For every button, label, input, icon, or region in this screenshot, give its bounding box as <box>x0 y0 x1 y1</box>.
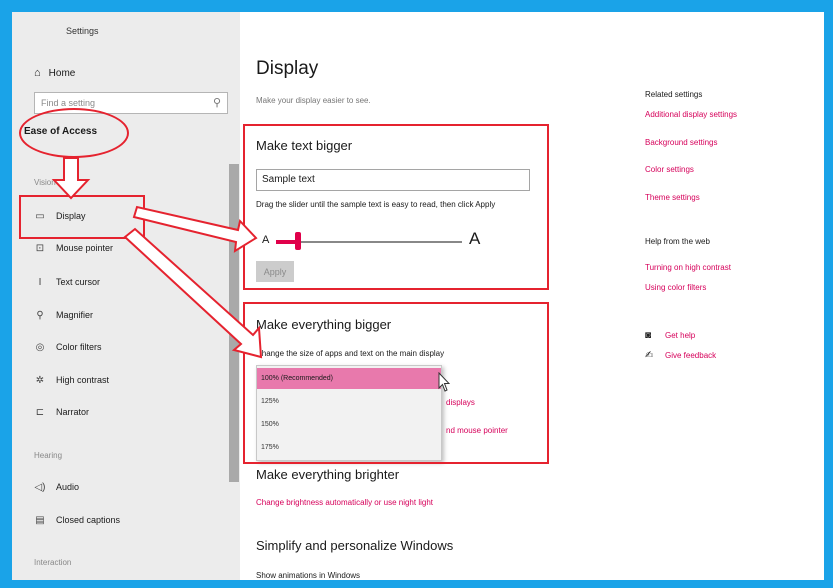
sidebar-item-color-filters[interactable]: ◎ Color filters <box>34 339 102 355</box>
sidebar-item-audio[interactable]: ◁) Audio <box>34 479 79 495</box>
slider-max-label: A <box>469 229 481 248</box>
sidebar-item-label: Closed captions <box>56 515 121 525</box>
section-heading: Ease of Access <box>24 126 98 137</box>
mouse-pointer-icon: ⊡ <box>35 242 45 254</box>
sidebar-item-mouse-pointer[interactable]: ⊡ Mouse pointer <box>34 240 113 256</box>
sample-text: Sample text <box>262 174 315 185</box>
page-title: Display <box>256 58 319 79</box>
page-description: Make your display easier to see. <box>256 96 371 105</box>
sidebar-item-label: Display <box>56 211 86 221</box>
text-cursor-icon: I <box>38 276 42 288</box>
simplify-heading: Simplify and personalize Windows <box>256 538 454 553</box>
color-filters-help-link[interactable]: Using color filters <box>645 283 706 292</box>
home-icon: ⌂ <box>34 67 41 79</box>
sidebar-item-label: Color filters <box>56 342 102 352</box>
show-animations-label: Show animations in Windows <box>256 571 361 580</box>
sidebar-item-closed-captions[interactable]: ▤ Closed captions <box>34 512 120 528</box>
high-contrast-help-link[interactable]: Turning on high contrast <box>645 263 731 272</box>
help-heading: Help from the web <box>645 237 710 246</box>
search-icon[interactable]: ⚲ <box>213 96 221 109</box>
sidebar: Settings ⌂ Home Find a setting ⚲ Ease of… <box>12 12 240 580</box>
magnifier-icon: ⚲ <box>36 309 44 321</box>
additional-display-link[interactable]: Additional display settings <box>645 110 737 119</box>
monitor-icon: ▭ <box>35 210 45 222</box>
sidebar-home[interactable]: ⌂ Home <box>34 67 75 79</box>
give-feedback-link[interactable]: ✍ Give feedback <box>645 350 716 361</box>
color-settings-link[interactable]: Color settings <box>645 165 694 174</box>
app-title: Settings <box>66 26 99 36</box>
sidebar-item-label: Mouse pointer <box>56 243 114 253</box>
dropdown-option[interactable]: 175% <box>257 437 441 458</box>
narrator-icon: ⊏ <box>35 406 45 418</box>
brightness-link[interactable]: Change brightness automatically or use n… <box>256 498 433 507</box>
color-filters-icon: ◎ <box>35 341 45 353</box>
chat-icon: ◙ <box>645 330 652 341</box>
sidebar-item-display[interactable]: ▭ Display <box>34 208 86 224</box>
dropdown-option[interactable]: 100% (Recommended) <box>257 368 441 389</box>
sidebar-item-label: Text cursor <box>56 277 101 287</box>
sidebar-home-label: Home <box>48 67 76 79</box>
dropdown-option[interactable]: 150% <box>257 414 441 435</box>
get-help-link[interactable]: ◙ Get help <box>645 330 695 341</box>
sidebar-item-label: Narrator <box>56 407 90 417</box>
sidebar-scrollbar[interactable] <box>229 164 239 482</box>
search-input[interactable]: Find a setting ⚲ <box>34 92 228 114</box>
text-bigger-heading: Make text bigger <box>256 138 353 153</box>
audio-icon: ◁) <box>34 481 46 493</box>
apply-button[interactable]: Apply <box>256 261 294 282</box>
high-contrast-icon: ✲ <box>35 374 45 386</box>
theme-settings-link[interactable]: Theme settings <box>645 193 700 202</box>
group-interaction: Interaction <box>34 558 72 567</box>
mouse-cursor-icon <box>438 372 450 392</box>
settings-window: Settings ⌂ Home Find a setting ⚲ Ease of… <box>12 12 824 580</box>
sidebar-item-label: Audio <box>56 482 80 492</box>
sidebar-item-magnifier[interactable]: ⚲ Magnifier <box>34 307 93 323</box>
scale-dropdown[interactable]: 100% (Recommended) 125% 150% 175% <box>256 365 442 461</box>
background-settings-link[interactable]: Background settings <box>645 138 718 147</box>
sidebar-item-text-cursor[interactable]: I Text cursor <box>34 274 100 290</box>
get-help-label: Get help <box>665 331 696 340</box>
search-placeholder: Find a setting <box>41 98 96 108</box>
sidebar-item-narrator[interactable]: ⊏ Narrator <box>34 404 89 420</box>
feedback-icon: ✍ <box>645 350 654 361</box>
group-hearing: Hearing <box>34 451 63 460</box>
give-feedback-label: Give feedback <box>665 351 717 360</box>
sidebar-item-label: High contrast <box>56 375 110 385</box>
closed-captions-icon: ▤ <box>35 514 45 526</box>
change-size-link[interactable]: nd mouse pointer <box>446 426 508 435</box>
sidebar-item-high-contrast[interactable]: ✲ High contrast <box>34 372 109 388</box>
sample-text-box: Sample text <box>256 169 530 191</box>
slider-min-label: A <box>262 234 270 246</box>
scale-subtitle: Change the size of apps and text on the … <box>256 349 445 358</box>
text-size-slider[interactable] <box>276 241 462 243</box>
slider-hint: Drag the slider until the sample text is… <box>256 200 496 209</box>
group-vision: Vision <box>34 178 56 187</box>
everything-bigger-heading: Make everything bigger <box>256 317 392 332</box>
slider-thumb[interactable] <box>295 232 302 250</box>
dropdown-option[interactable]: 125% <box>257 391 441 412</box>
screenshot-frame: Settings ⌂ Home Find a setting ⚲ Ease of… <box>0 0 833 588</box>
related-settings-heading: Related settings <box>645 90 703 99</box>
advanced-scaling-link[interactable]: displays <box>446 398 475 407</box>
brighter-heading: Make everything brighter <box>256 467 400 482</box>
main-content: Display Make your display easier to see.… <box>240 12 824 580</box>
sidebar-item-label: Magnifier <box>56 310 94 320</box>
